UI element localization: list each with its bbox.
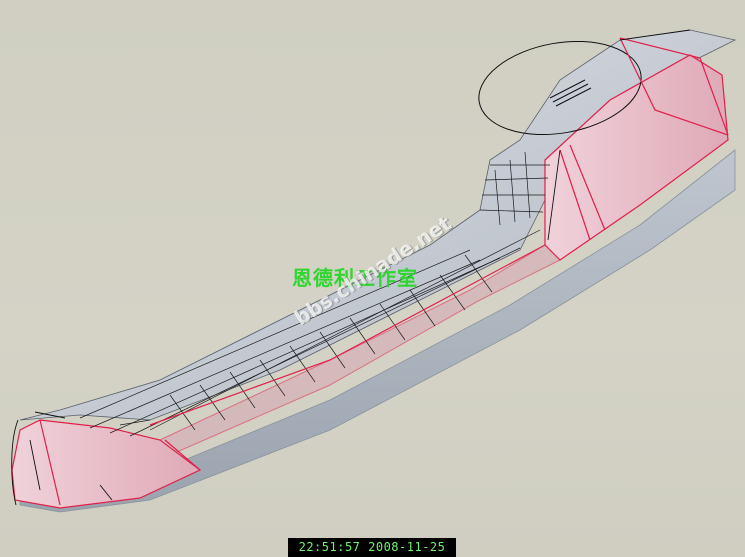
pink-left-face bbox=[11, 419, 202, 509]
model-viewport[interactable]: 恩德利工作室 bbs.chinade.net bbox=[0, 0, 745, 557]
timestamp-readout: 22:51:57 2008-11-25 bbox=[288, 538, 456, 557]
top-surface bbox=[19, 29, 737, 421]
